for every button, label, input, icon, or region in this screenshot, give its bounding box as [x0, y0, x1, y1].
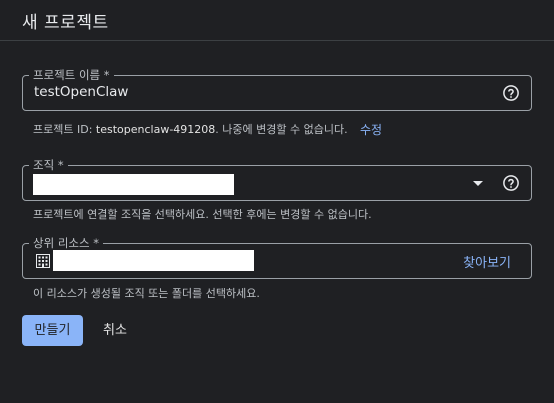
building-icon	[36, 254, 50, 268]
project-id-hint-prefix: 프로젝트 ID:	[33, 123, 96, 136]
help-circle-icon[interactable]	[502, 84, 520, 102]
project-name-value: testOpenClaw	[34, 84, 129, 100]
help-circle-icon[interactable]	[502, 174, 520, 192]
browse-button[interactable]: 찾아보기	[463, 252, 511, 271]
parent-resource-field[interactable]: 상위 리소스 * 찾아보기	[22, 235, 532, 279]
header-divider	[0, 40, 554, 41]
dialog-header: 새 프로젝트	[0, 0, 554, 40]
parent-resource-value-redacted	[53, 250, 254, 271]
dropdown-arrow-icon[interactable]	[473, 181, 483, 186]
project-name-field[interactable]: 프로젝트 이름 * testOpenClaw	[22, 67, 532, 111]
project-id-hint-suffix: . 나중에 변경할 수 없습니다.	[215, 123, 348, 136]
project-name-label: 프로젝트 이름 *	[29, 67, 114, 83]
organization-value-redacted	[33, 174, 234, 195]
dialog-title: 새 프로젝트	[22, 13, 109, 33]
edit-project-id-link[interactable]: 수정	[360, 121, 382, 138]
cancel-button[interactable]: 취소	[93, 315, 137, 346]
organization-select[interactable]: 조직 *	[22, 157, 532, 201]
create-button[interactable]: 만들기	[22, 315, 83, 346]
organization-hint: 프로젝트에 연결할 조직을 선택하세요. 선택한 후에는 변경할 수 없습니다.	[33, 208, 372, 221]
organization-label: 조직 *	[29, 157, 68, 173]
project-id-value: testopenclaw-491208	[95, 123, 216, 136]
project-id-hint: 프로젝트 ID: testopenclaw-491208. 나중에 변경할 수 …	[33, 121, 348, 137]
parent-resource-hint: 이 리소스가 생성될 조직 또는 폴더를 선택하세요.	[33, 287, 260, 300]
parent-resource-label: 상위 리소스 *	[29, 235, 103, 251]
